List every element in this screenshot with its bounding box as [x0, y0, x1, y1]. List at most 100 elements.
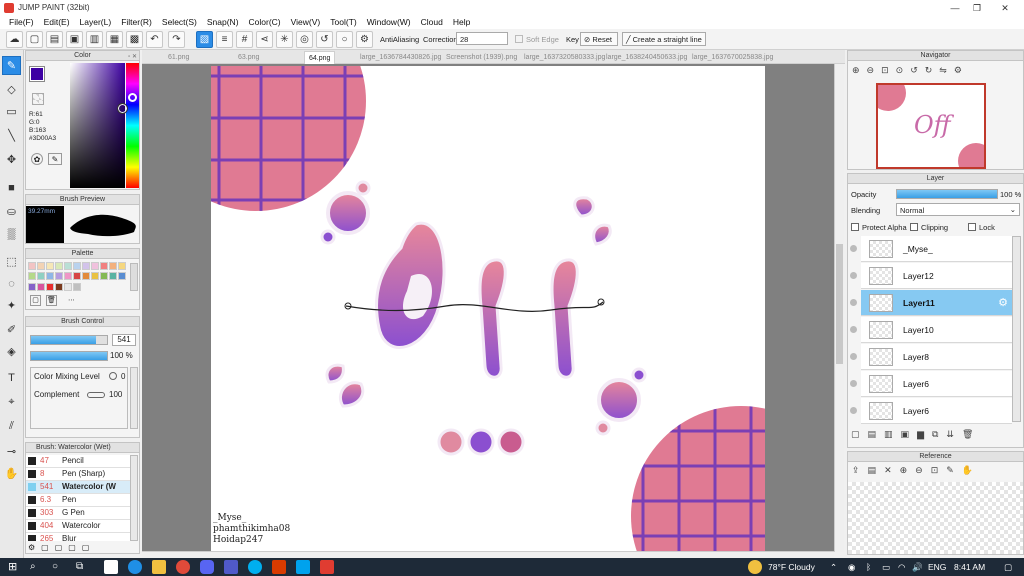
navigator-settings-icon[interactable]: ⚙: [954, 65, 969, 75]
battery-icon[interactable]: ▭: [882, 562, 890, 573]
menu-select[interactable]: Select(S): [157, 16, 202, 29]
folder-icon[interactable]: ▆: [917, 429, 932, 439]
palette-swatch[interactable]: [37, 262, 45, 270]
weather-text[interactable]: 78°F Cloudy: [768, 562, 815, 572]
palette-swatch[interactable]: [55, 282, 63, 291]
transparent-swatch[interactable]: [32, 93, 44, 105]
palette-swatch[interactable]: [109, 262, 117, 270]
tab-61[interactable]: 61.png: [164, 51, 193, 64]
snap-off-icon[interactable]: ▧: [196, 31, 213, 48]
palette-swatch[interactable]: [82, 262, 90, 270]
hand-tool-icon[interactable]: ✋: [2, 464, 21, 483]
palette-swatch[interactable]: [118, 262, 126, 270]
office-icon[interactable]: [272, 560, 286, 574]
layer-row[interactable]: _Myse_: [850, 236, 1012, 262]
menu-file[interactable]: File(F): [4, 16, 39, 29]
menu-cloud[interactable]: Cloud: [416, 16, 448, 29]
snap-circle-icon[interactable]: ◎: [296, 31, 313, 48]
wifi-icon[interactable]: ◠: [898, 562, 905, 573]
tray-chevron-icon[interactable]: ⌃: [830, 562, 837, 573]
brush-list-item[interactable]: 303 G Pen: [26, 507, 130, 520]
color-picker-icon[interactable]: ✎: [48, 153, 62, 165]
palette-swatch[interactable]: [73, 272, 81, 281]
palette-swatch[interactable]: [64, 262, 72, 270]
color-wheel-icon[interactable]: ✿: [31, 153, 43, 165]
palette-swatch[interactable]: [37, 282, 45, 291]
operation-tool-icon[interactable]: ⌖: [2, 392, 21, 411]
select-rect-tool-icon[interactable]: ⬚: [2, 252, 21, 271]
open-icon[interactable]: ▤: [46, 31, 63, 48]
actual-size-icon[interactable]: ⊙: [896, 65, 911, 75]
drawing-canvas[interactable]: _Myse_ phamthikimha08 Hoidap247: [211, 66, 765, 551]
canvas-horizontal-scrollbar[interactable]: [142, 551, 834, 558]
saturation-value-box[interactable]: [70, 63, 125, 188]
select-eraser-tool-icon[interactable]: ◈: [2, 342, 21, 361]
navigator-thumbnail[interactable]: Off: [870, 75, 994, 179]
palette-swatch[interactable]: [118, 272, 126, 281]
reference-toolbar[interactable]: ⇪▤✕⊕⊖⊡✎✋: [852, 465, 1022, 479]
tab-64[interactable]: 64.png: [304, 51, 336, 64]
line-tool-icon[interactable]: ╲: [2, 126, 21, 145]
palette-new-icon[interactable]: ▢: [30, 295, 41, 306]
tab-large-1638240450633[interactable]: large_1638240450633.jpg: [602, 51, 691, 64]
palette-swatch[interactable]: [73, 282, 81, 291]
new-file-icon[interactable]: ▢: [26, 31, 43, 48]
palette-swatch[interactable]: [28, 272, 36, 281]
new-layer-icon[interactable]: ▢: [851, 429, 868, 439]
layer-actions[interactable]: ▢▤▥▣▆⧉⇊🗑: [851, 429, 1021, 443]
menu-color[interactable]: Color(C): [244, 16, 286, 29]
zoom-out-icon[interactable]: ⊖: [867, 65, 882, 75]
eyedropper-tool-icon[interactable]: ⊸: [2, 442, 21, 461]
palette-more-icon[interactable]: ⋯: [68, 296, 75, 304]
palette-scrollbar[interactable]: [130, 263, 138, 291]
layer-row[interactable]: Layer8: [850, 344, 1012, 370]
windows-start-icon[interactable]: ⊞: [8, 560, 22, 574]
move-tool-icon[interactable]: ✥: [2, 150, 21, 169]
chrome-icon[interactable]: [176, 560, 190, 574]
menu-edit[interactable]: Edit(E): [39, 16, 75, 29]
menu-view[interactable]: View(V): [286, 16, 326, 29]
brush-list-item[interactable]: 47 Pencil: [26, 455, 130, 468]
tab-large-1637320580333[interactable]: large_1637320580333.jpg: [520, 51, 609, 64]
discord-icon[interactable]: [200, 560, 214, 574]
save-icon[interactable]: ▣: [66, 31, 83, 48]
tab-screenshot-1939[interactable]: Screenshot (1939).png: [442, 51, 521, 64]
straight-line-button[interactable]: ╱ Create a straight line: [622, 32, 706, 46]
canvas-vertical-scrollbar[interactable]: [834, 64, 844, 552]
reference-close-icon[interactable]: ✕: [884, 465, 900, 475]
add-layer-menu-icon[interactable]: ▣: [901, 429, 918, 439]
reference-hand-icon[interactable]: ✋: [962, 465, 981, 475]
divide-tool-icon[interactable]: ⫽: [2, 416, 21, 435]
photos-icon[interactable]: [296, 560, 310, 574]
brush-list-item[interactable]: 8 Pen (Sharp): [26, 468, 130, 481]
select-pen-tool-icon[interactable]: ✐: [2, 320, 21, 339]
layer-row[interactable]: Layer6: [850, 371, 1012, 397]
palette-swatch[interactable]: [37, 272, 45, 281]
palette-swatch[interactable]: [64, 282, 72, 291]
layer-visibility-icon[interactable]: [850, 380, 857, 387]
lasso-tool-icon[interactable]: ◌: [2, 274, 21, 293]
jump-paint-taskbar-icon[interactable]: [320, 560, 334, 574]
snap-cross-icon[interactable]: #: [236, 31, 253, 48]
blending-select[interactable]: Normal ⌄: [896, 203, 1020, 216]
color-mixing-knob[interactable]: [109, 372, 117, 380]
teams-icon[interactable]: [224, 560, 238, 574]
layer-opacity-slider[interactable]: [896, 189, 998, 199]
palette-swatch[interactable]: [46, 282, 54, 291]
magic-wand-tool-icon[interactable]: ✦: [2, 296, 21, 315]
reference-zoom-in-icon[interactable]: ⊕: [900, 465, 916, 475]
reference-eyedropper-icon[interactable]: ✎: [946, 465, 962, 475]
reference-zoom-out-icon[interactable]: ⊖: [915, 465, 931, 475]
menu-filter[interactable]: Filter(R): [116, 16, 157, 29]
clock-time[interactable]: 8:41 AM: [954, 562, 985, 572]
layer-visibility-icon[interactable]: [850, 326, 857, 333]
layer-visibility-icon[interactable]: [850, 407, 857, 414]
menu-help[interactable]: Help: [448, 16, 475, 29]
rectangle-tool-icon[interactable]: ▭: [2, 102, 21, 121]
palette-swatch[interactable]: [73, 262, 81, 270]
merge-layer-icon[interactable]: ⇊: [946, 429, 962, 439]
brush-size-input[interactable]: 541: [112, 334, 136, 346]
brush-list-item[interactable]: 541 Watercolor (W: [26, 481, 130, 494]
notification-icon[interactable]: ▢: [1004, 562, 1012, 573]
bucket-tool-icon[interactable]: ⛀: [2, 202, 21, 221]
